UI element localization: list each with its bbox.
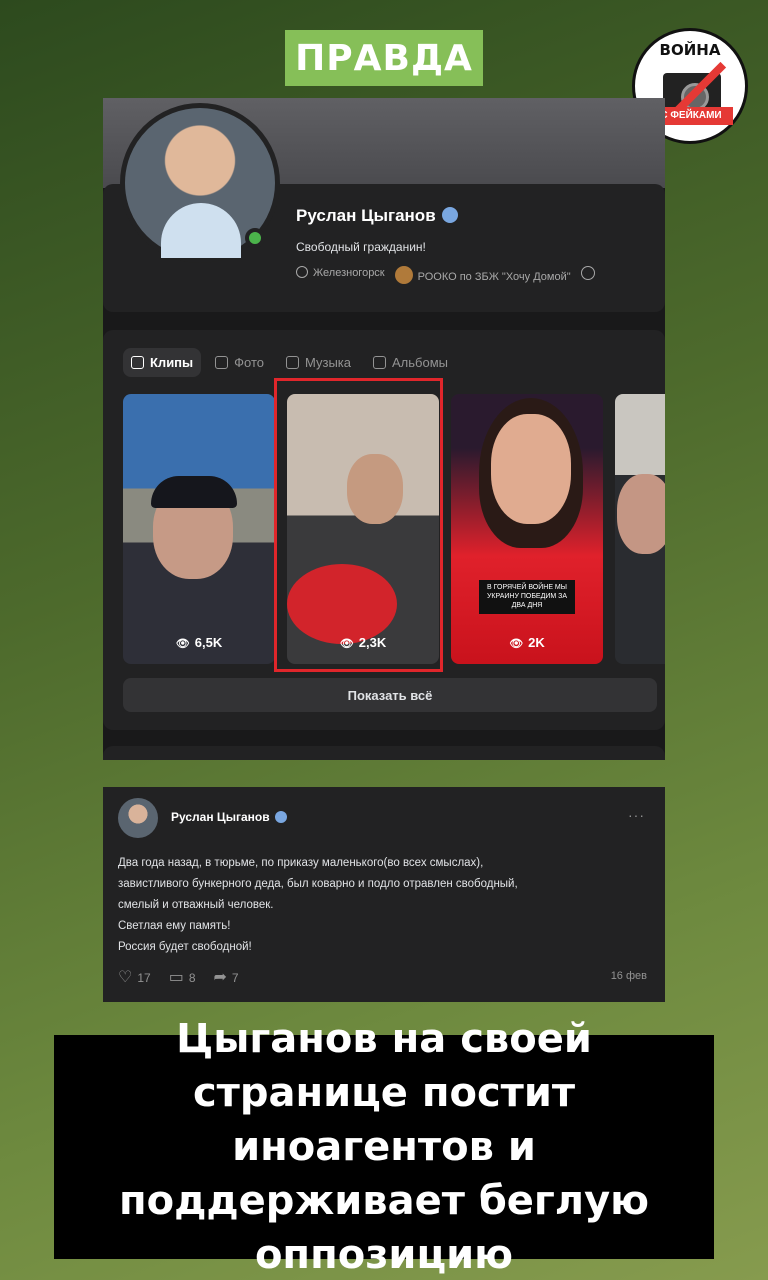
- comment-count: 8: [188, 971, 196, 985]
- media-card: Клипы Фото Музыка Альбомы 6,5K 2,3K В ГО…: [103, 330, 665, 730]
- comment-button[interactable]: ▭ 8: [169, 967, 196, 986]
- clip-views: 6,5K: [123, 635, 275, 650]
- post-screenshot: Руслан Цыганов ··· Два года назад, в тюр…: [103, 787, 665, 1002]
- location-pin-icon: [296, 266, 308, 278]
- profile-name: Руслан Цыганов: [296, 206, 458, 226]
- albums-icon: [373, 356, 386, 369]
- organization-text: РООКО по ЗБЖ "Хочу Домой": [417, 271, 571, 283]
- tab-label: Альбомы: [392, 355, 448, 370]
- post-avatar[interactable]: [118, 798, 158, 838]
- next-card-edge: [103, 746, 665, 760]
- photo-icon: [215, 356, 229, 369]
- tab-photo[interactable]: Фото: [207, 348, 272, 377]
- clip-thumbnail[interactable]: 6,5K: [123, 394, 275, 664]
- share-icon: ➦: [213, 967, 227, 986]
- post-line: Два года назад, в тюрьме, по приказу мал…: [118, 857, 484, 869]
- media-tabs: Клипы Фото Музыка Альбомы: [123, 348, 456, 377]
- clips-icon: [131, 356, 144, 369]
- comment-icon: ▭: [168, 967, 184, 986]
- cap-figure: [151, 476, 237, 508]
- tab-clips[interactable]: Клипы: [123, 348, 202, 377]
- caption: Цыганов на своей странице постит иноаген…: [54, 1016, 714, 1278]
- location-item[interactable]: Железногорск: [296, 266, 385, 284]
- clip-thumbnail[interactable]: [615, 394, 665, 664]
- clip-views: 2K: [451, 635, 603, 650]
- profile-status: Свободный гражданин!: [296, 240, 426, 254]
- music-icon: [286, 356, 300, 369]
- more-options-icon[interactable]: ···: [628, 807, 645, 823]
- badge-icon: [274, 811, 287, 823]
- label-pravda: ПРАВДА: [285, 30, 483, 86]
- like-button[interactable]: ♡ 17: [118, 967, 151, 986]
- tab-music[interactable]: Музыка: [278, 348, 359, 377]
- tab-albums[interactable]: Альбомы: [365, 348, 456, 377]
- share-count: 7: [231, 971, 239, 985]
- clip-thumbnail[interactable]: В ГОРЯЧЕЙ ВОЙНЕ МЫ УКРАИНУ ПОБЕДИМ ЗА ДВ…: [451, 394, 603, 664]
- organization-item[interactable]: РООКО по ЗБЖ "Хочу Домой": [394, 266, 571, 284]
- post-line: Россия будет свободной!: [118, 941, 252, 953]
- logo-top-text: ВОЙНА: [659, 41, 721, 59]
- post-actions: ♡ 17 ▭ 8 ➦ 7: [118, 967, 239, 986]
- organization-icon: [394, 266, 413, 284]
- post-line: смелый и отважный человек.: [118, 899, 274, 911]
- person-figure: [491, 414, 571, 524]
- clip-subtitle: В ГОРЯЧЕЙ ВОЙНЕ МЫ УКРАИНУ ПОБЕДИМ ЗА ДВ…: [479, 580, 575, 615]
- heart-icon: ♡: [118, 967, 133, 986]
- tab-label: Клипы: [150, 355, 194, 370]
- profile-screenshot: Руслан Цыганов Свободный гражданин! Желе…: [103, 98, 665, 760]
- post-line: завистливого бункерного деда, был коварн…: [118, 878, 518, 890]
- post-author-text: Руслан Цыганов: [171, 810, 270, 824]
- tab-label: Фото: [234, 355, 265, 370]
- location-text: Железногорск: [313, 267, 385, 279]
- like-count: 17: [137, 971, 151, 985]
- profile-name-text: Руслан Цыганов: [296, 206, 436, 225]
- badge-icon: [441, 207, 458, 223]
- show-all-button[interactable]: Показать всё: [123, 678, 657, 712]
- post-line: Светлая ему память!: [118, 920, 231, 932]
- person-figure: [617, 474, 665, 554]
- share-button[interactable]: ➦ 7: [214, 967, 239, 986]
- highlight-box: [274, 378, 443, 672]
- post-author[interactable]: Руслан Цыганов: [171, 810, 287, 824]
- tab-label: Музыка: [305, 355, 351, 370]
- online-indicator: [245, 228, 265, 248]
- post-text: Два года назад, в тюрьме, по приказу мал…: [118, 853, 658, 958]
- profile-info: Железногорск РООКО по ЗБЖ "Хочу Домой": [296, 266, 595, 284]
- post-date: 16 фев: [610, 970, 647, 982]
- info-icon[interactable]: [580, 266, 595, 280]
